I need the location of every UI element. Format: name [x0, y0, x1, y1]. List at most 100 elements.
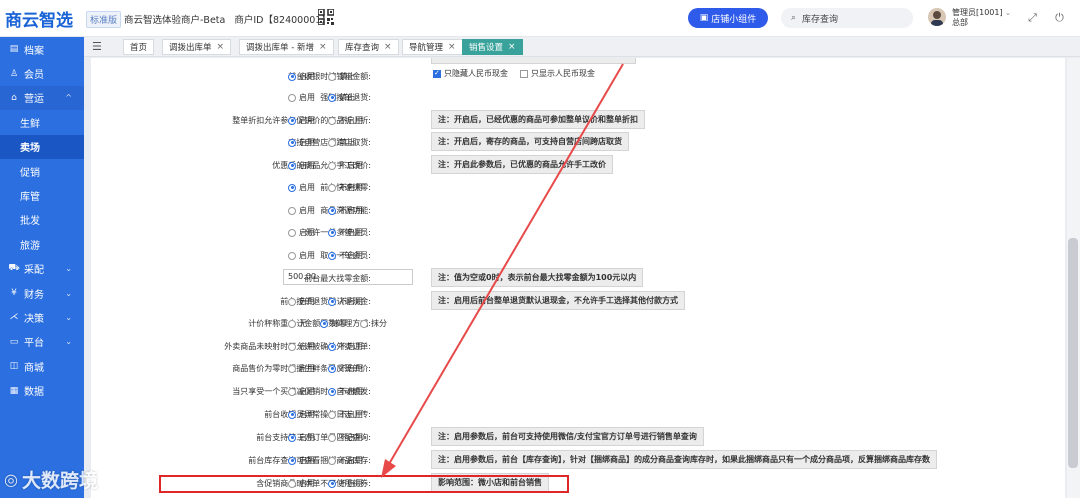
radio-unselected[interactable]: [288, 93, 296, 102]
scrollbar-thumb[interactable]: [1068, 238, 1078, 468]
radio-option[interactable]: 启用: [288, 363, 315, 374]
radio-option[interactable]: 抹分: [360, 318, 387, 329]
sidebar-item-fresh[interactable]: 生鲜: [0, 110, 84, 134]
radio-unselected[interactable]: [328, 183, 336, 192]
sidebar-item-finance[interactable]: ¥ 财务 ⌄: [0, 281, 84, 305]
radio-selected[interactable]: [328, 342, 336, 351]
radio-unselected[interactable]: [328, 138, 336, 147]
radio-unselected[interactable]: [288, 364, 296, 373]
close-icon[interactable]: ×: [319, 42, 327, 52]
radio-option[interactable]: 不启用: [328, 115, 363, 126]
tab-transfer-out-new[interactable]: 调拨出库单 - 新增 ×: [239, 39, 334, 55]
radio-option[interactable]: 不启用: [328, 160, 363, 171]
radio-selected[interactable]: [328, 228, 336, 237]
sidebar-item-inventory[interactable]: 库管: [0, 183, 84, 207]
radio-option[interactable]: 不启用: [328, 386, 363, 397]
radio-selected[interactable]: [288, 138, 296, 147]
radio-unselected[interactable]: [288, 342, 296, 351]
tab-transfer-out[interactable]: 调拨出库单 ×: [162, 39, 232, 55]
radio-option[interactable]: 启用: [288, 341, 315, 352]
radio-unselected[interactable]: [288, 387, 296, 396]
radio-option[interactable]: 不启用: [328, 363, 363, 374]
radio-option[interactable]: 启用: [288, 409, 315, 420]
close-icon[interactable]: ×: [217, 42, 225, 52]
avatar[interactable]: [928, 8, 946, 26]
radio-option[interactable]: 启用: [288, 71, 315, 82]
power-icon[interactable]: ⏻: [1053, 11, 1066, 24]
radio-unselected[interactable]: [328, 72, 336, 81]
store-widget-button[interactable]: ▣ 店铺小组件: [688, 8, 768, 28]
tab-stock-query[interactable]: 库存查询 ×: [338, 39, 399, 55]
sidebar-item-mall[interactable]: ◫ 商城: [0, 354, 84, 378]
radio-option[interactable]: 不启用: [328, 409, 363, 420]
radio-option[interactable]: 启用: [288, 182, 315, 193]
sidebar-item-store[interactable]: 卖场: [0, 134, 84, 159]
radio-selected[interactable]: [328, 297, 336, 306]
sidebar-item-purchase[interactable]: ⛟ 采配 ⌄: [0, 257, 84, 281]
sidebar-item-operation[interactable]: ⌂ 营运 ^: [0, 85, 84, 111]
radio-option[interactable]: 启用: [288, 386, 315, 397]
radio-unselected[interactable]: [328, 161, 336, 170]
radio-selected[interactable]: [288, 183, 296, 192]
radio-option[interactable]: 不启用: [328, 250, 363, 261]
radio-option[interactable]: 抹零: [320, 318, 347, 329]
radio-option[interactable]: 启用: [288, 205, 315, 216]
radio-option[interactable]: 无: [288, 318, 307, 329]
radio-unselected[interactable]: [288, 228, 296, 237]
sidebar-item-decision[interactable]: ⋌ 决策 ⌄: [0, 305, 84, 329]
radio-unselected[interactable]: [288, 319, 296, 328]
radio-selected[interactable]: [288, 72, 296, 81]
close-icon[interactable]: ×: [384, 42, 392, 52]
radio-unselected[interactable]: [328, 116, 336, 125]
radio-selected[interactable]: [328, 206, 336, 215]
sidebar-item-member[interactable]: ♙ 会员: [0, 61, 84, 85]
radio-selected[interactable]: [288, 433, 296, 442]
radio-option[interactable]: 不启用: [328, 455, 363, 466]
radio-option[interactable]: 不启用: [328, 182, 363, 193]
sidebar-item-promotion[interactable]: 促销: [0, 159, 84, 183]
sidebar-item-platform[interactable]: ▭ 平台 ⌄: [0, 330, 84, 354]
radio-option[interactable]: 启用: [288, 137, 315, 148]
radio-option[interactable]: 启用: [288, 227, 315, 238]
user-menu[interactable]: 管理员[1001] ⌄ 总部: [952, 8, 1011, 28]
sidebar-item-archive[interactable]: ▤ 档案: [0, 37, 84, 61]
radio-selected[interactable]: [288, 116, 296, 125]
tab-home[interactable]: 首页: [123, 39, 155, 55]
radio-option[interactable]: 不启用: [328, 227, 363, 238]
radio-selected[interactable]: [288, 456, 296, 465]
radio-selected[interactable]: [288, 161, 296, 170]
radio-option[interactable]: 不启用: [328, 341, 363, 352]
radio-option[interactable]: 启用: [288, 160, 315, 171]
fullscreen-icon[interactable]: ⤢: [1026, 11, 1039, 24]
radio-unselected[interactable]: [288, 297, 296, 306]
radio-option[interactable]: 启用: [288, 115, 315, 126]
sidebar-item-wholesale[interactable]: 批发: [0, 208, 84, 232]
tab-sales-settings[interactable]: 销售设置 ×: [462, 39, 523, 55]
radio-selected[interactable]: [328, 93, 336, 102]
radio-selected[interactable]: [328, 251, 336, 260]
tab-nav-manage[interactable]: 导航管理 ×: [402, 39, 463, 55]
radio-option[interactable]: 启用: [288, 296, 315, 307]
radio-option[interactable]: 不启用: [328, 432, 363, 443]
radio-unselected[interactable]: [288, 206, 296, 215]
sidebar-item-data[interactable]: ▦ 数据: [0, 378, 84, 402]
radio-selected[interactable]: [328, 387, 336, 396]
radio-option[interactable]: 禁止: [328, 137, 355, 148]
radio-option[interactable]: 启用: [288, 455, 315, 466]
radio-option[interactable]: 启用: [288, 250, 315, 261]
radio-unselected[interactable]: [328, 433, 336, 442]
close-icon[interactable]: ×: [448, 42, 456, 52]
max-change-input[interactable]: 500.00: [283, 269, 413, 285]
radio-selected[interactable]: [328, 364, 336, 373]
radio-selected[interactable]: [288, 410, 296, 419]
radio-option[interactable]: 禁止: [328, 92, 355, 103]
radio-option[interactable]: 启用: [288, 432, 315, 443]
menu-collapse-icon[interactable]: ☰: [92, 40, 102, 53]
search-input[interactable]: ⌕ 库存查询: [781, 8, 913, 28]
radio-option[interactable]: 禁止: [328, 71, 355, 82]
radio-selected[interactable]: [320, 319, 328, 328]
radio-unselected[interactable]: [288, 251, 296, 260]
sidebar-item-travel[interactable]: 旅游: [0, 232, 84, 256]
radio-option[interactable]: 启用: [288, 92, 315, 103]
radio-option[interactable]: 不启用: [328, 205, 363, 216]
